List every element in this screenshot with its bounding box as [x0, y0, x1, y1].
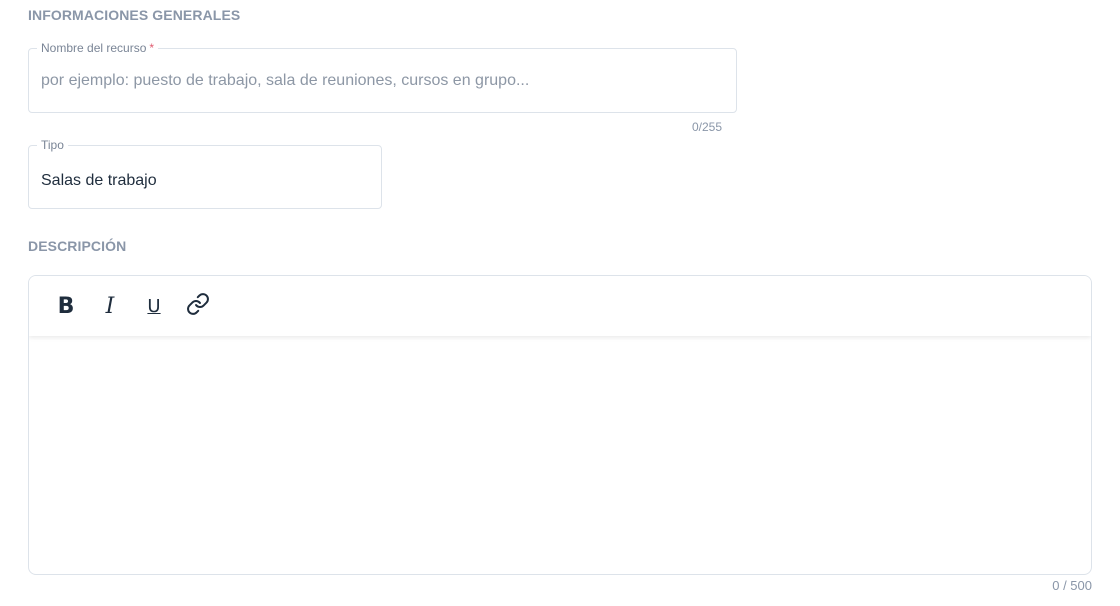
section-title-description: DESCRIPCIÓN: [28, 238, 127, 254]
resource-name-field[interactable]: Nombre del recurso *: [28, 41, 737, 113]
type-label: Tipo: [37, 138, 68, 152]
resource-form: INFORMACIONES GENERALES Nombre del recur…: [0, 0, 1120, 606]
resource-name-counter: 0/255: [692, 120, 723, 134]
italic-button[interactable]: I: [95, 291, 125, 321]
resource-name-input[interactable]: [41, 49, 724, 112]
editor-toolbar: B I U: [29, 276, 1091, 336]
bold-button[interactable]: B: [51, 291, 81, 321]
description-editor[interactable]: B I U: [28, 275, 1092, 575]
description-counter: 0 / 500: [1052, 578, 1092, 593]
section-title-general: INFORMACIONES GENERALES: [28, 7, 241, 23]
underline-button[interactable]: U: [139, 291, 169, 321]
link-button[interactable]: [183, 291, 213, 321]
link-icon: [186, 292, 210, 321]
type-field[interactable]: Tipo Salas de trabajo: [28, 138, 382, 209]
type-value[interactable]: Salas de trabajo: [41, 172, 157, 190]
description-input[interactable]: [29, 338, 1091, 574]
